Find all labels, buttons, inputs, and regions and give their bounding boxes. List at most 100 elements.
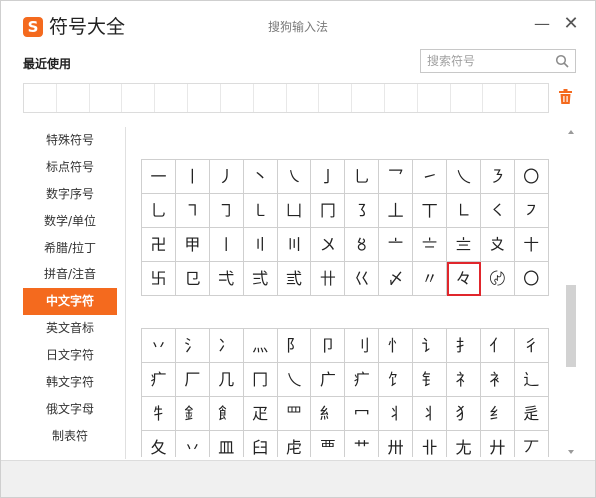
symbol-cell[interactable]: 丅	[413, 194, 448, 228]
recent-symbol-cell[interactable]	[221, 84, 254, 112]
vertical-scrollbar[interactable]	[566, 127, 576, 457]
trash-icon[interactable]	[559, 89, 572, 104]
symbol-cell[interactable]: 亅	[311, 160, 346, 194]
symbol-cell[interactable]: 丷	[175, 431, 210, 457]
symbol-cell[interactable]: 丬	[413, 397, 448, 431]
symbol-cell[interactable]: 〧	[413, 228, 448, 262]
symbol-cell[interactable]: 〩	[480, 228, 515, 262]
symbol-cell[interactable]: 弌	[209, 262, 244, 296]
minimize-button[interactable]: —	[532, 13, 552, 35]
symbol-cell[interactable]: 凵	[277, 194, 312, 228]
symbol-cell[interactable]: 忄	[379, 329, 414, 363]
recent-symbol-cell[interactable]	[385, 84, 418, 112]
recent-symbol-cell[interactable]	[287, 84, 320, 112]
symbol-cell[interactable]: 卄	[311, 262, 346, 296]
symbol-cell[interactable]: 刂	[345, 329, 380, 363]
symbol-cell[interactable]: 辵	[514, 397, 549, 431]
symbol-cell[interactable]: 〃	[413, 262, 448, 296]
symbol-cell[interactable]: 阝	[277, 329, 312, 363]
symbol-cell[interactable]: 〥	[345, 228, 380, 262]
symbol-cell[interactable]: 卩	[311, 329, 346, 363]
symbol-cell[interactable]: 疒	[345, 363, 380, 397]
symbol-cell[interactable]: 〤	[311, 228, 346, 262]
symbol-cell[interactable]: 灬	[243, 329, 278, 363]
symbol-cell[interactable]: 尢	[447, 431, 481, 457]
recent-symbol-cell[interactable]	[319, 84, 353, 112]
symbol-cell[interactable]: 丶	[243, 160, 278, 194]
sidebar-item-2[interactable]: 数字序号	[23, 181, 117, 208]
symbol-cell[interactable]: 礻	[447, 363, 481, 397]
recent-symbol-cell[interactable]	[451, 84, 484, 112]
symbol-cell[interactable]: 辶	[514, 363, 549, 397]
symbol-cell[interactable]: 犭	[447, 397, 481, 431]
title-bar[interactable]: S 符号大全 搜狗输入法 — ✕	[1, 1, 595, 41]
sidebar-item-11[interactable]: 制表符	[23, 423, 117, 450]
symbol-cell[interactable]: ㇗	[447, 194, 481, 228]
scroll-down-arrow-icon[interactable]	[566, 447, 576, 457]
symbol-cell[interactable]: 〇	[514, 160, 549, 194]
symbol-cell[interactable]: ㇕	[175, 194, 210, 228]
symbol-cell[interactable]: 饣	[379, 363, 414, 397]
symbol-cell[interactable]: 丨	[175, 160, 210, 194]
symbol-cell[interactable]: ㇇	[514, 194, 549, 228]
symbol-cell[interactable]: 弍	[243, 262, 278, 296]
symbol-cell[interactable]: 乀	[447, 160, 481, 194]
symbol-cell[interactable]: 〣	[277, 228, 312, 262]
symbol-cell[interactable]: 乀	[277, 363, 312, 397]
symbol-cell[interactable]: 廾	[480, 431, 515, 457]
symbol-cell[interactable]: 甲	[175, 228, 210, 262]
symbol-cell[interactable]: 覀	[311, 431, 346, 457]
sidebar-item-3[interactable]: 数学/单位	[23, 208, 117, 235]
recent-symbol-cell[interactable]	[90, 84, 123, 112]
symbol-cell[interactable]: 亻	[480, 329, 515, 363]
symbol-cell[interactable]: 臼	[243, 431, 278, 457]
symbol-cell[interactable]: 牜	[142, 397, 176, 431]
recent-symbol-cell[interactable]	[155, 84, 189, 112]
symbol-cell[interactable]: 皿	[209, 431, 244, 457]
recent-symbol-cell[interactable]	[254, 84, 287, 112]
sidebar-item-8[interactable]: 日文字符	[23, 342, 117, 369]
recent-symbol-cell[interactable]	[516, 84, 548, 112]
search-box[interactable]	[420, 49, 576, 73]
symbol-cell[interactable]: 丷	[142, 329, 176, 363]
sidebar-item-5[interactable]: 拼音/注音	[23, 261, 117, 288]
symbol-cell[interactable]: 彳	[514, 329, 549, 363]
scroll-thumb[interactable]	[566, 285, 576, 367]
symbol-cell[interactable]: 釒	[175, 397, 210, 431]
symbol-cell[interactable]: 〄	[480, 262, 515, 296]
symbol-cell[interactable]: 卝	[413, 431, 448, 457]
close-button[interactable]: ✕	[561, 13, 581, 35]
symbol-cell[interactable]: 扌	[447, 329, 481, 363]
symbol-cell[interactable]: 丆	[514, 431, 549, 457]
recent-symbol-cell[interactable]	[24, 84, 57, 112]
symbol-cell[interactable]: 丬	[379, 397, 414, 431]
symbol-cell[interactable]: 㔾	[175, 262, 210, 296]
symbol-cell[interactable]: 冂	[243, 363, 278, 397]
symbol-cell[interactable]: ㇋	[480, 160, 515, 194]
symbol-cell[interactable]: 弎	[277, 262, 312, 296]
symbol-cell[interactable]: 几	[209, 363, 244, 397]
symbol-cell[interactable]: 一	[142, 160, 176, 194]
symbol-cell[interactable]: 乚	[345, 160, 380, 194]
recent-symbol-cell[interactable]	[188, 84, 221, 112]
sidebar-item-1[interactable]: 标点符号	[23, 154, 117, 181]
symbol-cell[interactable]: 广	[311, 363, 346, 397]
symbol-cell[interactable]: 虍	[277, 431, 312, 457]
symbol-cell[interactable]: 飠	[209, 397, 244, 431]
symbol-cell[interactable]: 々	[447, 262, 481, 296]
symbol-cell[interactable]: 〦	[379, 228, 414, 262]
sidebar-item-0[interactable]: 特殊符号	[23, 127, 117, 154]
symbol-cell[interactable]: 艹	[345, 431, 380, 457]
symbol-cell[interactable]: 巜	[345, 262, 380, 296]
symbol-cell[interactable]: 疒	[142, 363, 176, 397]
symbol-cell[interactable]: ㇄	[243, 194, 278, 228]
recent-symbol-cell[interactable]	[418, 84, 451, 112]
symbol-cell[interactable]: ㇀	[413, 160, 448, 194]
symbol-cell[interactable]: 丄	[379, 194, 414, 228]
symbol-cell[interactable]: 〢	[243, 228, 278, 262]
symbol-cell[interactable]: 〸	[514, 228, 549, 262]
symbol-cell[interactable]: 乛	[379, 160, 414, 194]
symbol-cell[interactable]: 冫	[209, 329, 244, 363]
symbol-cell[interactable]: 卍	[142, 228, 176, 262]
sidebar-item-4[interactable]: 希腊/拉丁	[23, 235, 117, 262]
